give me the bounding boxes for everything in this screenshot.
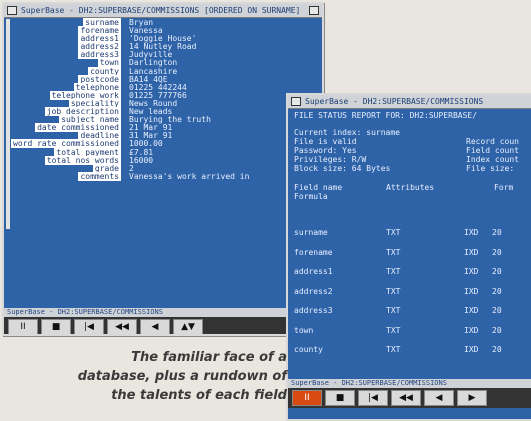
report-controls: II ■ |◀ ◀◀ ◀ ▶ [288,388,531,408]
record-window-titlebar[interactable]: SuperBase - DH2:SUPERBASE/COMMISSIONS [O… [4,4,322,18]
header-field-name: Field name [294,183,343,192]
caption-line: the talents of each field [111,388,287,403]
report-window-titlebar[interactable]: SuperBase - DH2:SUPERBASE/COMMISSIONS [288,95,531,109]
play-button[interactable]: ▶ [457,390,487,406]
record-controls: II ■ |◀ ◀◀ ◀ ▲▼ [4,317,322,334]
report-info-line: Current index: surname [294,128,400,137]
field-table: surname TXT IXD 20 forename TXT IXD 20 address… [294,223,531,360]
table-row[interactable]: county TXT IXD 20 [294,340,531,360]
scroll-button[interactable]: ▲▼ [173,319,203,334]
table-row[interactable]: surname TXT IXD 20 [294,223,531,243]
caption-line: The familiar face of a [131,350,287,365]
report-window-title: SuperBase - DH2:SUPERBASE/COMMISSIONS [305,97,484,106]
close-gadget-icon[interactable] [291,97,301,106]
rewind-button[interactable]: ◀◀ [391,390,421,406]
report-info-line: Password: Yes Field count [294,146,519,155]
record-window-title: SuperBase - DH2:SUPERBASE/COMMISSIONS [O… [21,6,301,15]
first-record-button[interactable]: |◀ [358,390,388,406]
close-gadget-icon[interactable] [7,6,17,15]
rewind-button[interactable]: ◀◀ [107,319,137,334]
stop-button[interactable]: ■ [325,390,355,406]
report-info-line: Privileges: R/W Index count [294,155,519,164]
depth-gadget-icon[interactable] [309,6,319,15]
table-row[interactable]: address1 TXT IXD 20 [294,262,531,282]
status-report-window: SuperBase - DH2:SUPERBASE/COMMISSIONS FI… [286,93,531,421]
stop-button[interactable]: ■ [41,319,71,334]
report-status-bar: SuperBase - DH2:SUPERBASE/COMMISSIONS [288,379,531,388]
previous-record-button[interactable]: ◀ [140,319,170,334]
table-row[interactable]: address3 TXT IXD 20 [294,301,531,321]
record-window: SuperBase - DH2:SUPERBASE/COMMISSIONS [O… [2,2,324,336]
header-formula: Formula [294,192,328,201]
report-title: FILE STATUS REPORT FOR: DH2:SUPERBASE/ [294,111,478,120]
report-info-line: Block size: 64 Bytes File size: [294,164,515,173]
table-header: Field name Attributes Form [294,183,531,192]
screenshot-caption: The familiar face of a database, plus a … [50,348,287,405]
pause-button[interactable]: II [8,319,38,334]
table-row[interactable]: forename TXT IXD 20 [294,243,531,263]
header-format: Form [494,183,514,192]
header-attributes: Attributes [386,183,435,192]
table-row[interactable]: address2 TXT IXD 20 [294,282,531,302]
first-record-button[interactable]: |◀ [74,319,104,334]
field-labels: surname forename address1 address2 addre… [4,18,124,181]
pause-button[interactable]: II [292,390,322,406]
caption-line: database, plus a rundown of [77,369,287,384]
field-label[interactable]: comments [4,171,124,181]
table-row[interactable]: town TXT IXD 20 [294,321,531,341]
report-info-line: File is valid Record coun [294,137,519,146]
record-status-bar: SuperBase - DH2:SUPERBASE/COMMISSIONS [4,308,322,317]
previous-record-button[interactable]: ◀ [424,390,454,406]
report-header: FILE STATUS REPORT FOR: DH2:SUPERBASE/ C… [294,111,531,201]
